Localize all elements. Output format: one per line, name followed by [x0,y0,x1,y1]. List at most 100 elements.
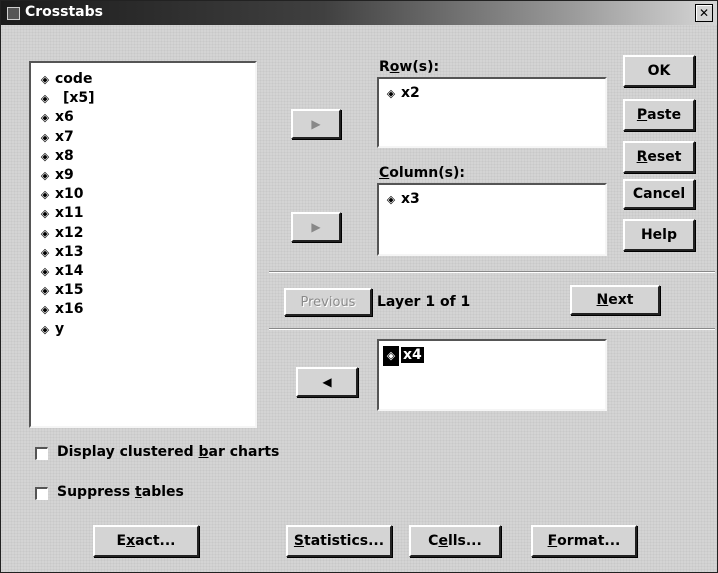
list-item[interactable]: ◈ x14 [37,261,84,281]
title-bar: Crosstabs ✕ [1,1,717,25]
ok-label: OK [647,63,671,79]
window-menu-icon[interactable] [7,7,20,20]
next-button[interactable]: Next [570,285,660,315]
cancel-label: Cancel [632,186,686,202]
list-item[interactable]: ◈ x12 [37,223,84,243]
list-item-label: x10 [55,186,84,203]
move-to-columns-button[interactable]: ▶ [291,212,341,242]
cells-label-c: lls... [447,533,482,549]
list-item-label: x16 [55,301,84,318]
clustered-bar-charts-label[interactable]: Display clustered bar charts [57,444,279,460]
list-item-label: x14 [55,263,84,279]
list-item[interactable]: ◈ x15 [37,280,84,300]
reset-label-a: R [636,149,648,165]
format-label-a: F [547,533,558,549]
list-item[interactable]: ◈ x2 [383,83,420,103]
move-to-rows-button[interactable]: ▶ [291,109,341,139]
list-item[interactable]: ◈ x7 [37,127,74,147]
layer-divider-mid [269,328,715,330]
variable-diamond-icon: ◈ [383,346,399,366]
columns-label: Column(s): [379,165,465,181]
close-icon: ✕ [698,6,710,20]
list-item[interactable]: ◈ y [37,319,64,339]
rows-label-a: R [379,59,390,75]
list-item-label: x8 [55,147,74,164]
clustered-label-b: b [198,444,209,460]
reset-button[interactable]: Reset [623,141,695,173]
next-label-b: ext [608,292,634,308]
list-item[interactable]: ◈ x9 [37,165,74,185]
rows-label-b: o [389,59,400,75]
suppress-tables-checkbox[interactable] [35,487,48,500]
list-item-label: code [55,71,93,87]
list-item-label: x9 [55,167,74,183]
list-item-label: x2 [401,85,420,101]
variable-diamond-icon: ◈ [40,322,50,336]
list-item-label: [x5] [63,90,95,107]
list-item-label: x15 [55,282,84,299]
ok-button[interactable]: OK [623,55,695,87]
previous-button-label: Previous [300,294,356,310]
format-button[interactable]: Format... [531,525,637,557]
list-item[interactable]: ◈ x13 [37,242,84,262]
close-button[interactable]: ✕ [695,4,713,22]
rows-label-c: w(s): [399,59,440,75]
variable-diamond-icon: ◈ [40,73,50,86]
move-from-layer-button[interactable]: ◀ [296,367,358,397]
clustered-label-a: Display clustered [57,444,199,460]
list-item[interactable]: ◈ x10 [37,184,84,204]
variable-diamond-icon: ◈ [386,87,396,100]
variable-diamond-icon: ◈ [40,284,50,298]
layer-list[interactable]: ◈ x4 [377,339,607,411]
cells-button[interactable]: Ce lls... [409,525,501,557]
window-title: Crosstabs [25,4,103,20]
exact-label-a: E [116,533,127,549]
paste-button[interactable]: Paste [623,99,695,131]
arrow-left-icon: ◀ [322,375,332,389]
format-label-b: ormat... [557,533,621,549]
paste-label-b: aste [647,107,682,123]
list-item-label: x11 [55,205,84,222]
list-item[interactable]: ◈ x6 [37,107,74,127]
help-button[interactable]: Help [623,219,695,251]
exact-button[interactable]: Ex act... [93,525,199,557]
previous-button[interactable]: Previous [284,288,372,316]
variable-diamond-icon: ◈ [40,207,50,221]
columns-list[interactable]: ◈ x3 [377,183,607,256]
list-item[interactable]: ◈ x16 [37,299,84,319]
variable-diamond-icon: ◈ [40,149,50,163]
list-item-label: x4 [401,347,424,363]
list-item[interactable]: ◈ code [37,69,93,89]
cells-label-a: C [428,533,439,549]
list-item-label: x3 [401,191,420,207]
list-item-selected[interactable]: ◈ x4 [383,345,424,366]
arrow-right-icon: ▶ [311,220,321,234]
list-item[interactable]: ◈ x3 [383,189,420,209]
exact-label-b: x [126,533,136,549]
variable-diamond-icon: ◈ [40,130,50,144]
columns-label-a: C [379,165,390,181]
rows-list[interactable]: ◈ x2 [377,77,607,148]
source-variable-list[interactable]: ◈ code ◈ [x5] ◈ x6 ◈ x7 ◈ x8 ◈ x9 ◈ x10 ◈ x11 ◈ x12 ◈ x13 ◈ x… [29,61,257,428]
variable-diamond-icon: ◈ [40,169,50,182]
list-item[interactable]: ◈ x8 [37,146,74,166]
list-item[interactable]: ◈ x11 [37,203,84,223]
variable-diamond-icon: ◈ [40,111,50,125]
variable-diamond-icon: ◈ [40,303,50,317]
statistics-button[interactable]: Statistics... [286,525,392,557]
help-label: Help [640,227,678,243]
suppress-label-a: Suppress [57,484,136,500]
list-item-label: x7 [55,128,74,145]
list-item-label: y [55,320,65,337]
suppress-tables-label[interactable]: Suppress tables [57,484,184,500]
clustered-bar-charts-checkbox[interactable] [35,447,48,460]
cells-label-b: e [438,533,448,549]
columns-label-b: olumn(s): [389,165,465,181]
reset-label-b: eset [647,149,682,165]
suppress-label-c: ables [141,484,184,500]
layer-divider-top [269,271,715,273]
arrow-right-icon: ▶ [311,117,321,131]
cancel-button[interactable]: Cancel [623,179,695,209]
list-item[interactable]: ◈ [x5] [37,88,95,108]
clustered-label-c: ar charts [208,444,280,460]
